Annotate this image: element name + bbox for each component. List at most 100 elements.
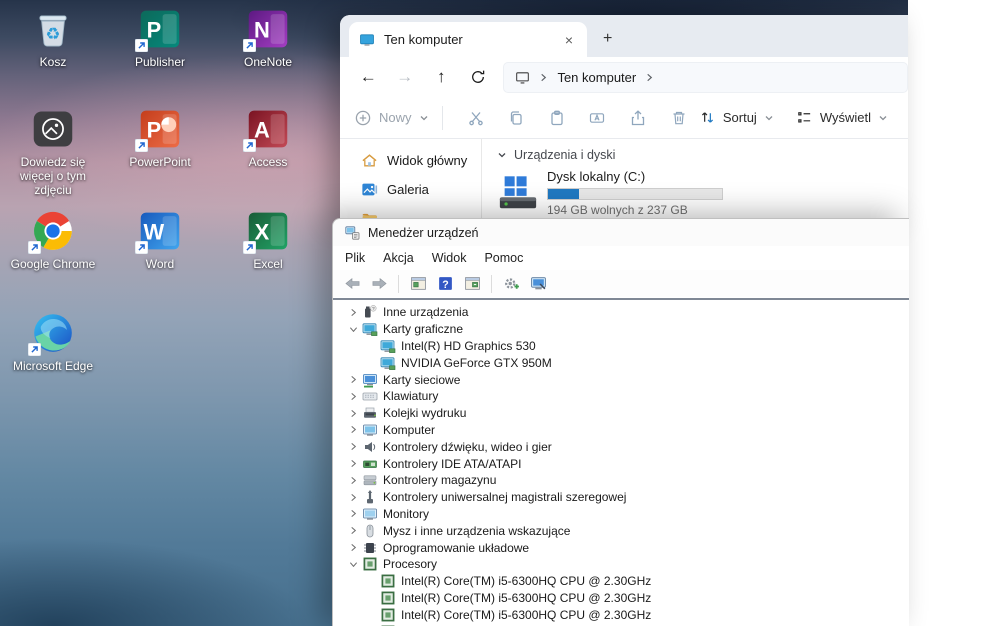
keyboard-icon	[362, 388, 378, 404]
sidebar-item-partial[interactable]	[340, 204, 481, 218]
shortcut-arrow-icon	[135, 241, 148, 254]
chevron-collapsed-icon[interactable]	[346, 308, 361, 317]
device-manager-title-bar[interactable]: Menedżer urządzeń	[333, 219, 909, 246]
tree-item[interactable]: Kolejki wydruku	[333, 405, 909, 422]
up-button[interactable]: ↑	[423, 61, 459, 93]
rename-button[interactable]	[577, 102, 618, 134]
tree-item[interactable]: Karty graficzne	[333, 321, 909, 338]
refresh-button[interactable]	[459, 61, 496, 93]
svg-text:?: ?	[372, 307, 375, 313]
tree-item-label: Kontrolery IDE ATA/ATAPI	[383, 456, 522, 471]
chevron-expanded-icon[interactable]	[346, 560, 361, 569]
cpu-icon	[380, 607, 396, 623]
win-show-button[interactable]	[460, 273, 484, 295]
scan-monitor-button[interactable]	[526, 273, 550, 295]
tree-item[interactable]: Procesory	[333, 556, 909, 573]
this-pc-icon	[359, 32, 375, 48]
cpu-icon	[380, 573, 396, 589]
chevron-collapsed-icon[interactable]	[346, 543, 361, 552]
chevron-collapsed-icon[interactable]	[346, 493, 361, 502]
paste-button[interactable]	[537, 102, 578, 134]
tree-item[interactable]: Intel(R) HD Graphics 530	[333, 338, 909, 355]
chevron-collapsed-icon[interactable]	[346, 476, 361, 485]
desktop-icon-edge[interactable]: Microsoft Edge	[5, 312, 101, 373]
explorer-tab-this-pc[interactable]: Ten komputer ×	[349, 22, 587, 57]
desktop-icon-recycle-bin[interactable]: ♻ Kosz	[5, 8, 101, 69]
forward-button[interactable]: →	[386, 61, 422, 93]
file-explorer-window: Ten komputer × + ← → ↑ Ten komputer Nowy	[340, 15, 908, 218]
desktop-icon-photo-info[interactable]: Dowiedz się więcej o tym zdjęciu	[5, 108, 101, 197]
powerpoint-icon: P	[135, 108, 181, 152]
desktop-icon-word[interactable]: W Word	[112, 210, 208, 271]
recycle-bin-icon: ♻	[32, 8, 74, 50]
desktop-icon-publisher[interactable]: P Publisher	[112, 8, 208, 69]
view-button[interactable]: Wyświetl	[796, 109, 888, 126]
sort-button[interactable]: Sortuj	[699, 109, 774, 126]
tree-item[interactable]: Klawiatury	[333, 388, 909, 405]
home-icon	[361, 152, 378, 169]
desktop-icon-access[interactable]: A Access	[220, 108, 316, 169]
mouse-icon	[362, 523, 378, 539]
nav-forward-button[interactable]	[367, 273, 391, 295]
sidebar-item-widok-główny[interactable]: Widok główny	[340, 146, 481, 175]
breadcrumb[interactable]: Ten komputer	[557, 70, 636, 85]
copy-button[interactable]	[496, 102, 537, 134]
gear-update-button[interactable]	[499, 273, 523, 295]
chevron-right-icon[interactable]	[645, 73, 654, 82]
win-props-button[interactable]	[406, 273, 430, 295]
chevron-collapsed-icon[interactable]	[346, 392, 361, 401]
tree-item[interactable]: Kontrolery uniwersalnej magistrali szere…	[333, 489, 909, 506]
help-button[interactable]: ?	[433, 273, 457, 295]
chevron-expanded-icon[interactable]	[346, 325, 361, 334]
section-header-label: Urządzenia i dyski	[514, 148, 616, 162]
tree-item[interactable]: NVIDIA GeForce GTX 950M	[333, 354, 909, 371]
drive-item-c[interactable]: Dysk lokalny (C:) 194 GB wolnych z 237 G…	[497, 169, 908, 217]
explorer-navigation-bar: ← → ↑ Ten komputer	[340, 57, 908, 97]
chevron-collapsed-icon[interactable]	[346, 442, 361, 451]
desktop-icon-chrome[interactable]: Google Chrome	[5, 210, 101, 271]
chevron-collapsed-icon[interactable]	[346, 526, 361, 535]
tree-item[interactable]: Kontrolery IDE ATA/ATAPI	[333, 455, 909, 472]
chevron-collapsed-icon[interactable]	[346, 509, 361, 518]
nav-back-button[interactable]	[340, 273, 364, 295]
delete-button[interactable]	[658, 102, 699, 134]
nav-forward-icon	[372, 277, 387, 290]
chevron-collapsed-icon[interactable]	[346, 375, 361, 384]
address-bar[interactable]: Ten komputer	[503, 61, 908, 93]
shortcut-arrow-icon	[135, 39, 148, 52]
tree-item[interactable]: Intel(R) Core(TM) i5-6300HQ CPU @ 2.30GH…	[333, 590, 909, 607]
section-header-devices-and-drives[interactable]: Urządzenia i dyski	[497, 148, 908, 162]
chevron-collapsed-icon[interactable]	[346, 459, 361, 468]
tree-item[interactable]: Intel(R) Core(TM) i5-6300HQ CPU @ 2.30GH…	[333, 573, 909, 590]
tree-item[interactable]: Intel(R) Core(TM) i5-6300HQ CPU @ 2.30GH…	[333, 606, 909, 623]
command-bar-right: Sortuj Wyświetl	[699, 109, 894, 126]
tree-item[interactable]: Karty sieciowe	[333, 371, 909, 388]
sidebar-item-galeria[interactable]: Galeria	[340, 175, 481, 204]
tree-item[interactable]: ? Inne urządzenia	[333, 304, 909, 321]
tree-item[interactable]: Kontrolery dźwięku, wideo i gier	[333, 438, 909, 455]
tree-item[interactable]: Oprogramowanie układowe	[333, 539, 909, 556]
svg-text:A: A	[254, 117, 270, 142]
new-button[interactable]: Nowy	[354, 109, 429, 127]
desktop-icon-powerpoint[interactable]: P PowerPoint	[112, 108, 208, 169]
new-tab-button[interactable]: +	[603, 30, 612, 48]
share-button[interactable]	[618, 102, 659, 134]
tab-close-button[interactable]: ×	[561, 32, 577, 48]
chevron-collapsed-icon[interactable]	[346, 409, 361, 418]
menu-pomoc[interactable]: Pomoc	[475, 248, 532, 268]
tree-item[interactable]: Kontrolery magazynu	[333, 472, 909, 489]
menu-widok[interactable]: Widok	[423, 248, 476, 268]
menu-plik[interactable]: Plik	[336, 248, 374, 268]
tree-item[interactable]: Komputer	[333, 422, 909, 439]
tree-item[interactable]: Mysz i inne urządzenia wskazujące	[333, 522, 909, 539]
desktop-icon-onenote[interactable]: N OneNote	[220, 8, 316, 69]
desktop-icon-excel[interactable]: X Excel	[220, 210, 316, 271]
printer-icon	[362, 405, 378, 421]
tree-item[interactable]: Monitory	[333, 506, 909, 523]
sidebar-item-label: Galeria	[387, 182, 429, 197]
cut-button[interactable]	[455, 102, 496, 134]
chevron-collapsed-icon[interactable]	[346, 425, 361, 434]
menu-akcja[interactable]: Akcja	[374, 248, 423, 268]
back-button[interactable]: ←	[350, 61, 386, 93]
folder-icon	[361, 210, 378, 218]
